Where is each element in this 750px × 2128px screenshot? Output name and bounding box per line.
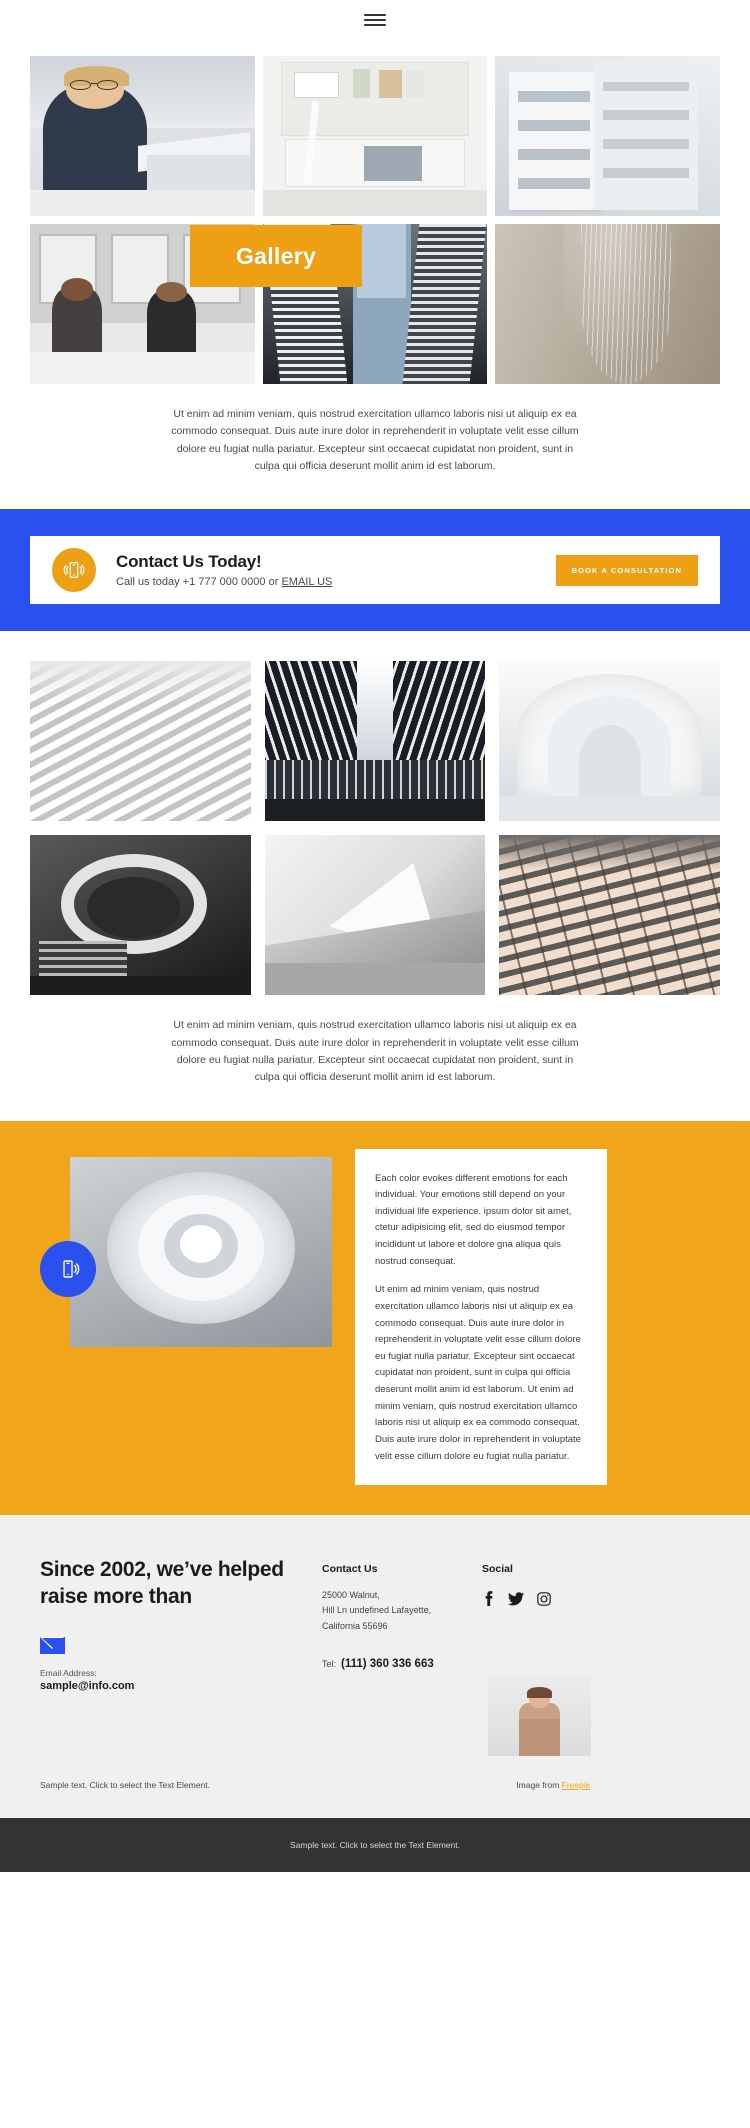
footer-section: Since 2002, we’ve helped raise more than… xyxy=(0,1515,750,1819)
architecture-tile[interactable] xyxy=(30,835,251,996)
feature-text-card: Each color evokes different emotions for… xyxy=(355,1148,607,1486)
gallery-tile[interactable] xyxy=(30,56,255,216)
feature-paragraph-1: Each color evokes different emotions for… xyxy=(375,1172,572,1267)
hamburger-line xyxy=(364,14,386,16)
email-address-label: Email Address: xyxy=(40,1667,97,1678)
feature-section: Each color evokes different emotions for… xyxy=(0,1120,750,1516)
bottom-bar: Sample text. Click to select the Text El… xyxy=(0,1818,750,1873)
bottom-bar-text: Sample text. Click to select the Text El… xyxy=(290,1840,460,1851)
instagram-icon[interactable] xyxy=(537,1591,551,1606)
architecture-tile[interactable] xyxy=(30,661,251,822)
gallery-banner-label: Gallery xyxy=(235,242,317,269)
architecture-gallery-section: Ut enim ad minim veniam, quis nostrud ex… xyxy=(0,631,750,1120)
image-credit: Image from Freepik xyxy=(516,1780,590,1790)
address-line-1: 25000 Walnut, xyxy=(322,1590,380,1601)
gallery-grid xyxy=(30,56,720,384)
contact-cta-card: Contact Us Today! Call us today +1 777 0… xyxy=(30,536,720,605)
architecture-tile[interactable] xyxy=(499,661,720,822)
footer-columns: Since 2002, we’ve helped raise more than… xyxy=(40,1557,710,1757)
mobile-phone-ring-icon xyxy=(52,548,96,593)
contact-cta-phone-text: Call us today +1 777 000 0000 or xyxy=(116,576,282,589)
gallery-tile[interactable] xyxy=(495,224,720,384)
gallery-caption: Ut enim ad minim veniam, quis nostrud ex… xyxy=(171,408,579,472)
architecture-tile[interactable] xyxy=(499,835,720,996)
hamburger-icon[interactable] xyxy=(364,11,386,29)
telephone-row: Tel: (111) 360 336 663 xyxy=(322,1658,482,1670)
telephone-value[interactable]: (111) 360 336 663 xyxy=(341,1658,434,1670)
hamburger-line xyxy=(364,19,386,21)
book-consultation-button[interactable]: BOOK A CONSULTATION xyxy=(555,554,698,586)
hamburger-line xyxy=(364,24,386,26)
architecture-tile[interactable] xyxy=(264,835,486,996)
telephone-label: Tel: xyxy=(322,1659,337,1670)
feature-image[interactable] xyxy=(70,1156,332,1347)
gallery-banner: Gallery xyxy=(190,225,362,287)
contact-cta-band: Contact Us Today! Call us today +1 777 0… xyxy=(0,509,750,632)
social-icons xyxy=(482,1591,652,1607)
contact-cta-text: Contact Us Today! Call us today +1 777 0… xyxy=(116,552,556,588)
email-address-value[interactable]: sample@info.com xyxy=(40,1680,322,1692)
footer-contact-column: Contact Us 25000 Walnut, Hill Ln undefin… xyxy=(322,1557,482,1756)
twitter-icon[interactable] xyxy=(508,1591,524,1606)
address-line-3: California 55696 xyxy=(322,1620,388,1631)
feature-inner: Each color evokes different emotions for… xyxy=(30,1148,720,1486)
footer-social-column: Social xyxy=(482,1557,652,1757)
contact-cta-title: Contact Us Today! xyxy=(116,552,262,572)
footer-sample-text: Sample text. Click to select the Text El… xyxy=(40,1780,210,1791)
facebook-icon[interactable] xyxy=(482,1591,495,1607)
gallery-tile[interactable] xyxy=(262,56,488,216)
envelope-icon xyxy=(40,1636,65,1654)
architecture-gallery-grid xyxy=(30,661,720,996)
email-us-link[interactable]: EMAIL US xyxy=(281,576,332,588)
mobile-phone-ring-icon[interactable] xyxy=(40,1240,96,1297)
gallery-tile[interactable] xyxy=(495,56,720,216)
architecture-tile[interactable] xyxy=(264,661,486,822)
top-navigation-bar xyxy=(0,0,750,40)
footer-headline: Since 2002, we’ve helped raise more than xyxy=(40,1558,284,1608)
contact-cta-subtitle: Call us today +1 777 000 0000 or EMAIL U… xyxy=(116,576,556,588)
image-credit-prefix: Image from xyxy=(516,1780,562,1791)
footer-bottom-row: Sample text. Click to select the Text El… xyxy=(40,1780,710,1790)
footer-address: 25000 Walnut, Hill Ln undefined Lafayett… xyxy=(322,1588,482,1634)
architecture-gallery-caption: Ut enim ad minim veniam, quis nostrud ex… xyxy=(171,1019,579,1084)
footer-photo[interactable] xyxy=(488,1676,591,1757)
social-title: Social xyxy=(482,1563,513,1576)
freepik-link[interactable]: Freepik xyxy=(562,1780,590,1790)
footer-left-column: Since 2002, we’ve helped raise more than… xyxy=(40,1557,322,1756)
address-line-2: Hill Ln undefined Lafayette, xyxy=(322,1605,432,1616)
gallery-section: Gallery Ut enim ad minim veniam, quis no… xyxy=(0,40,750,509)
page-root: Gallery Ut enim ad minim veniam, quis no… xyxy=(0,0,750,1873)
contact-us-title: Contact Us xyxy=(322,1563,378,1576)
feature-paragraph-2: Ut enim ad minim veniam, quis nostrud ex… xyxy=(375,1284,581,1462)
